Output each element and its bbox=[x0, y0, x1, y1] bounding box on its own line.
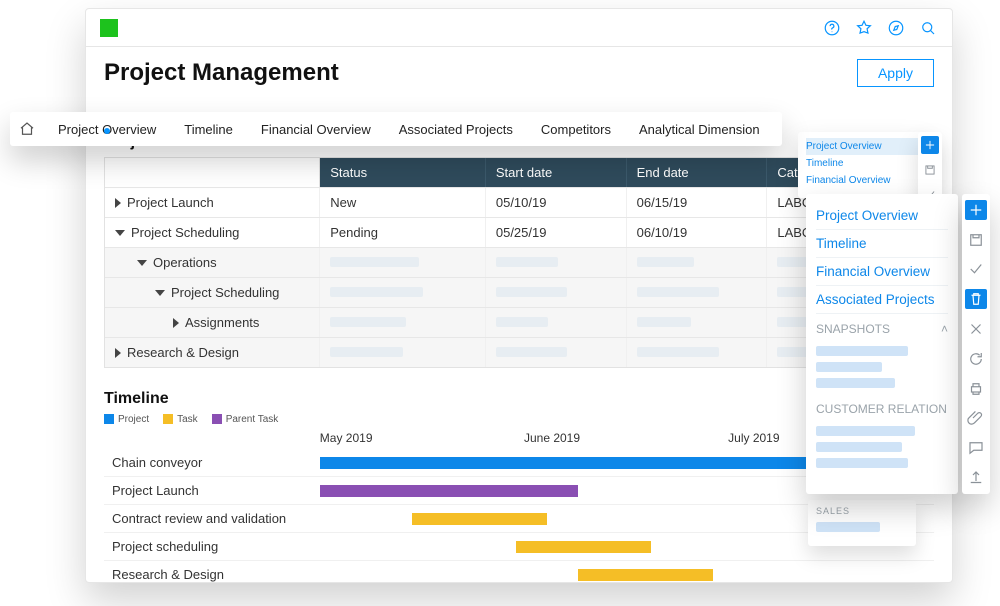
gantt-row-label: Research & Design bbox=[104, 561, 320, 583]
chevron-up-icon: ˄ bbox=[941, 322, 948, 336]
col-tree bbox=[105, 158, 320, 187]
month-label: May 2019 bbox=[320, 431, 524, 445]
panel-snapshots-header[interactable]: SNAPSHOTS˄ bbox=[816, 314, 948, 340]
tab-competitors[interactable]: Competitors bbox=[527, 122, 625, 137]
cell-end bbox=[627, 338, 768, 367]
tab-financial-overview[interactable]: Financial Overview bbox=[247, 122, 385, 137]
row-label: Project Scheduling bbox=[131, 225, 239, 240]
cell-status: Pending bbox=[320, 218, 486, 247]
add-icon[interactable] bbox=[921, 136, 939, 154]
page-title: Project Management bbox=[104, 59, 339, 87]
top-icon-group bbox=[822, 18, 938, 38]
cell-end: 06/15/19 bbox=[627, 188, 768, 217]
help-icon[interactable] bbox=[822, 18, 842, 38]
gantt-row-label: Project scheduling bbox=[104, 533, 320, 560]
active-tab-indicator bbox=[104, 128, 110, 134]
apply-button[interactable]: Apply bbox=[857, 59, 934, 87]
gantt-bar[interactable] bbox=[578, 569, 713, 581]
action-toolbar bbox=[962, 194, 990, 494]
cell-start bbox=[486, 248, 627, 277]
cell-start bbox=[486, 278, 627, 307]
cell-status bbox=[320, 338, 486, 367]
save-icon[interactable] bbox=[965, 230, 987, 250]
cell-status bbox=[320, 278, 486, 307]
print-icon[interactable] bbox=[965, 379, 987, 399]
gantt-bar[interactable] bbox=[320, 485, 578, 497]
tab-timeline[interactable]: Timeline bbox=[170, 122, 247, 137]
tab-project-overview[interactable]: Project Overview bbox=[44, 122, 170, 137]
toc-mini: Project Overview Timeline Financial Over… bbox=[798, 132, 928, 198]
home-icon[interactable] bbox=[10, 120, 44, 138]
toc-mini-item[interactable]: Financial Overview bbox=[806, 172, 920, 189]
delete-icon[interactable] bbox=[965, 289, 987, 309]
row-label: Operations bbox=[153, 255, 217, 270]
tabstrip: Project OverviewTimelineFinancial Overvi… bbox=[10, 112, 782, 146]
search-icon[interactable] bbox=[918, 18, 938, 38]
expander-icon[interactable] bbox=[155, 290, 165, 296]
legend-project: Project bbox=[118, 414, 149, 425]
expander-icon[interactable] bbox=[115, 230, 125, 236]
row-label: Research & Design bbox=[127, 345, 239, 360]
gantt-bar[interactable] bbox=[516, 541, 651, 553]
legend-parent: Parent Task bbox=[226, 414, 279, 425]
col-end[interactable]: End date bbox=[627, 158, 768, 187]
cell-end bbox=[627, 248, 768, 277]
add-icon[interactable] bbox=[965, 200, 987, 220]
cell-end: 06/10/19 bbox=[627, 218, 768, 247]
cell-end bbox=[627, 278, 768, 307]
refresh-icon[interactable] bbox=[965, 349, 987, 369]
attach-icon[interactable] bbox=[965, 409, 987, 429]
row-label: Project Launch bbox=[127, 195, 214, 210]
legend-task: Task bbox=[177, 414, 198, 425]
toc-mini-item[interactable]: Project Overview bbox=[806, 138, 920, 155]
cell-start bbox=[486, 338, 627, 367]
sales-tile: SALES bbox=[808, 500, 916, 546]
row-label: Assignments bbox=[185, 315, 259, 330]
toc-mini-item[interactable]: Timeline bbox=[806, 155, 920, 172]
check-icon[interactable] bbox=[965, 260, 987, 280]
cancel-icon[interactable] bbox=[965, 319, 987, 339]
brand-logo bbox=[100, 19, 118, 37]
tab-associated-projects[interactable]: Associated Projects bbox=[385, 122, 527, 137]
month-label: June 2019 bbox=[524, 431, 728, 445]
save-icon[interactable] bbox=[921, 161, 939, 179]
gantt-row: Research & Design bbox=[104, 560, 934, 583]
panel-link[interactable]: Associated Projects bbox=[816, 286, 948, 314]
panel-link[interactable]: Timeline bbox=[816, 230, 948, 258]
expander-icon[interactable] bbox=[115, 198, 121, 208]
gantt-row-label: Chain conveyor bbox=[104, 449, 320, 476]
panel-customer-header[interactable]: CUSTOMER RELATION bbox=[816, 394, 948, 420]
cell-end bbox=[627, 308, 768, 337]
side-panel: Project Overview Timeline Financial Over… bbox=[806, 194, 958, 494]
compass-icon[interactable] bbox=[886, 18, 906, 38]
cell-status bbox=[320, 308, 486, 337]
gantt-bar[interactable] bbox=[412, 513, 547, 525]
cell-start: 05/10/19 bbox=[486, 188, 627, 217]
export-icon[interactable] bbox=[965, 468, 987, 488]
expander-icon[interactable] bbox=[115, 348, 121, 358]
gantt-row-label: Project Launch bbox=[104, 477, 320, 504]
gantt-row-label: Contract review and validation bbox=[104, 505, 320, 532]
cell-status bbox=[320, 248, 486, 277]
star-icon[interactable] bbox=[854, 18, 874, 38]
tab-analytical-dimension[interactable]: Analytical Dimension bbox=[625, 122, 774, 137]
top-bar bbox=[86, 9, 952, 47]
row-label: Project Scheduling bbox=[171, 285, 279, 300]
cell-start bbox=[486, 308, 627, 337]
col-status[interactable]: Status bbox=[320, 158, 486, 187]
expander-icon[interactable] bbox=[137, 260, 147, 266]
expander-icon[interactable] bbox=[173, 318, 179, 328]
comment-icon[interactable] bbox=[965, 438, 987, 458]
cell-status: New bbox=[320, 188, 486, 217]
cell-start: 05/25/19 bbox=[486, 218, 627, 247]
col-start[interactable]: Start date bbox=[486, 158, 627, 187]
panel-link[interactable]: Financial Overview bbox=[816, 258, 948, 286]
sales-title: SALES bbox=[816, 506, 908, 516]
panel-link[interactable]: Project Overview bbox=[816, 202, 948, 230]
